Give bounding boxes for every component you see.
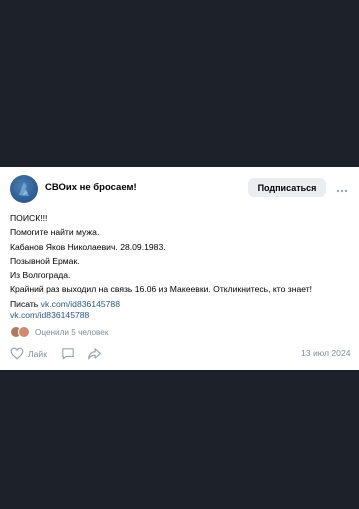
comment-button[interactable]: [61, 347, 75, 360]
post-card: СВОих не бросаем! Подписаться ПОИСК!!! П…: [0, 167, 359, 370]
like-label: Лайк: [28, 348, 47, 359]
link-preview[interactable]: vk.com/id836145788: [10, 310, 89, 320]
subscribe-button[interactable]: Подписаться: [248, 178, 326, 197]
post-date[interactable]: 13 июл 2024: [301, 348, 351, 358]
share-icon: [87, 348, 101, 360]
post-text-line: Из Волгограда.: [10, 270, 71, 281]
like-button[interactable]: Лайк: [10, 347, 47, 360]
community-avatar[interactable]: [10, 175, 38, 203]
community-name[interactable]: СВОих не бросаем!: [45, 182, 137, 193]
post-text: ПОИСК!!! Помогите найти мужа. Кабанов Як…: [10, 211, 355, 311]
more-horizontal-icon[interactable]: [336, 183, 348, 193]
avatar-image: [19, 182, 29, 196]
post-actions: Лайк: [10, 347, 102, 360]
post-text-line: Помогите найти мужа.: [10, 227, 100, 238]
reaction-user-avatar: [18, 326, 30, 338]
share-button[interactable]: [87, 347, 102, 360]
post-text-line: Позывной Ермак.: [10, 255, 80, 266]
contact-line: Писать vk.com/id836145788: [10, 297, 355, 311]
reactions-text: Оценили 5 человек: [35, 327, 109, 337]
heart-icon: [10, 347, 24, 360]
post-text-line: Крайний раз выходил на связь 16.06 из Ма…: [10, 284, 313, 295]
contact-prefix: Писать: [10, 298, 41, 309]
post-text-line: Кабанов Яков Николаевич. 28.09.1983.: [10, 241, 166, 252]
comment-icon: [62, 348, 74, 360]
post-text-line: ПОИСК!!!: [10, 213, 48, 223]
reactions-summary[interactable]: Оценили 5 человек: [10, 326, 108, 338]
contact-link[interactable]: vk.com/id836145788: [41, 299, 120, 309]
